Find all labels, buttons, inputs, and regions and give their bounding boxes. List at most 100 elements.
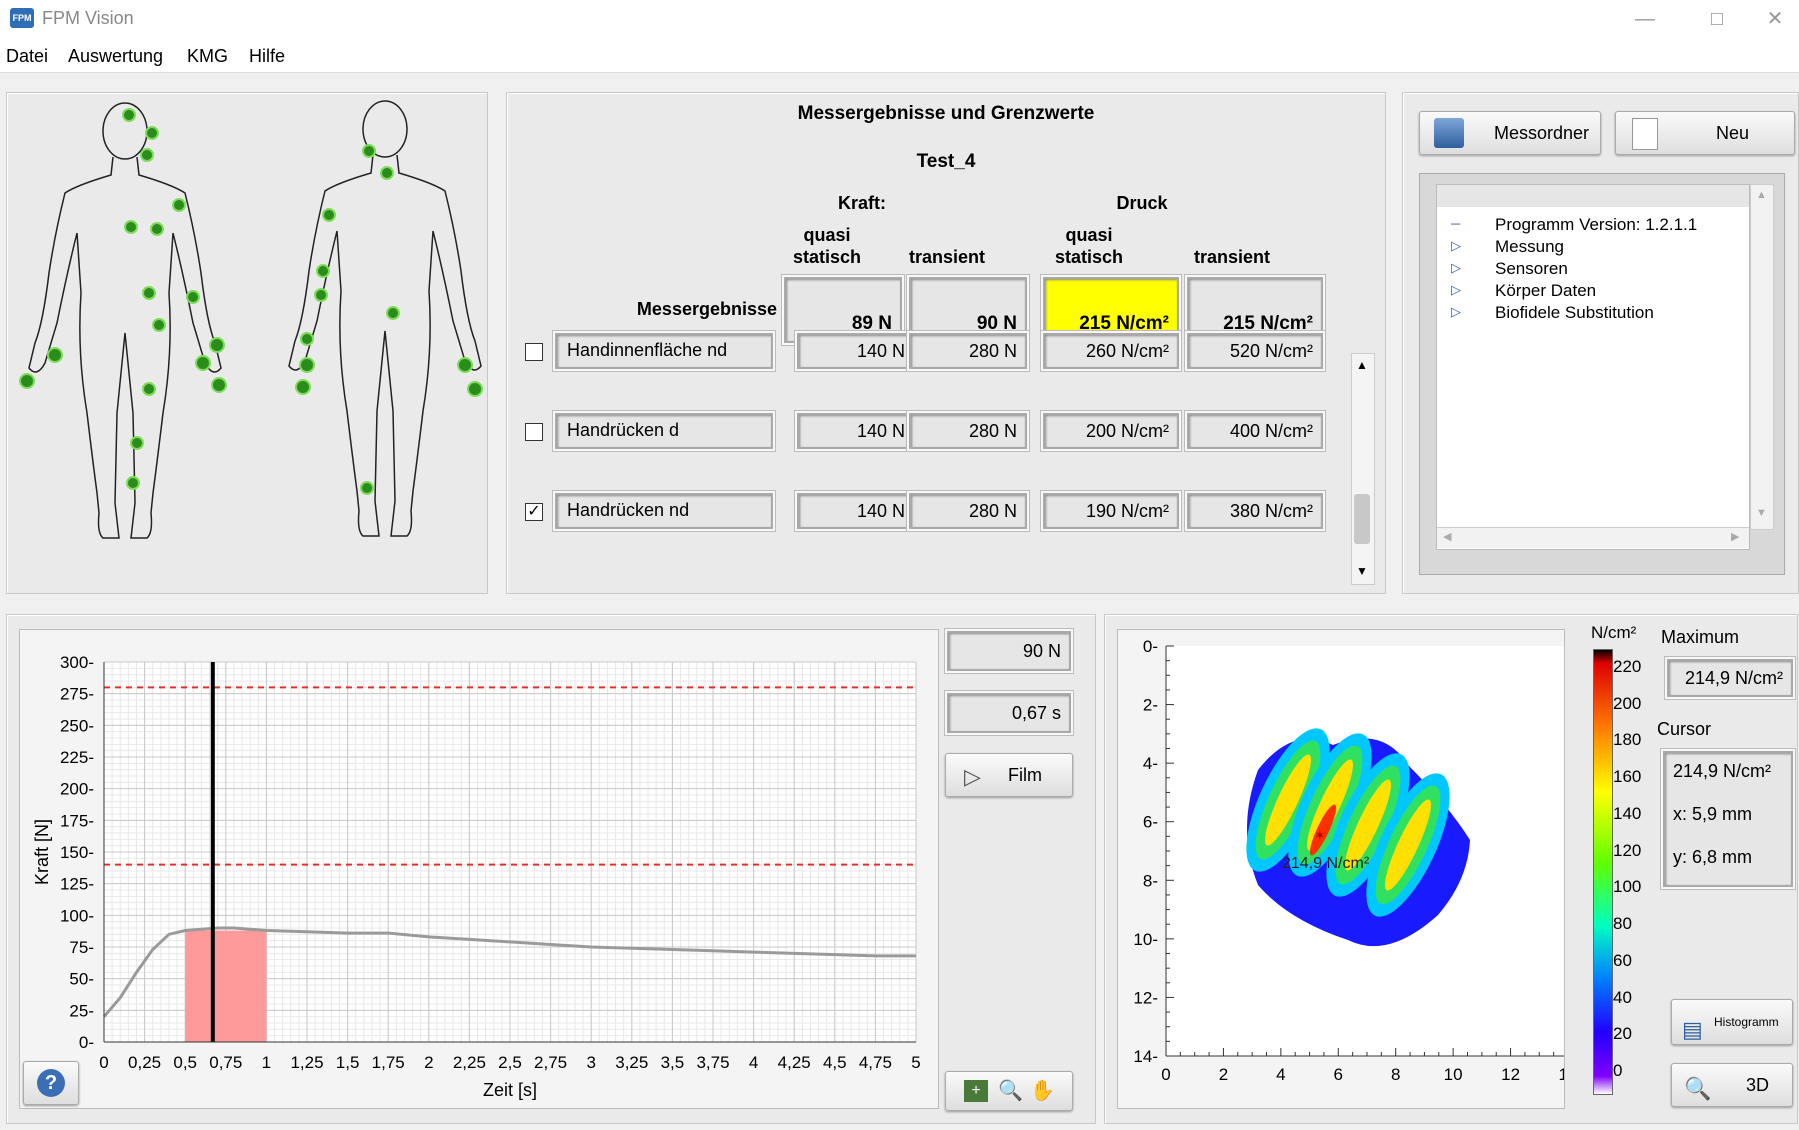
scroll-thumb[interactable]: [1354, 494, 1370, 544]
sensor-point[interactable]: [386, 306, 400, 320]
sensor-point[interactable]: [142, 382, 156, 396]
highlight-range: [185, 930, 267, 1042]
zoom-icon[interactable]: 🔍: [998, 1078, 1023, 1103]
tree-item[interactable]: Körper Daten: [1495, 281, 1596, 301]
test-name: Test_4: [916, 151, 976, 172]
scale-tick-label: 120: [1613, 840, 1642, 860]
sensor-point[interactable]: [380, 166, 394, 180]
neu-button[interactable]: Neu: [1615, 111, 1795, 155]
maximum-label: Maximum: [1661, 627, 1740, 647]
limit-checkbox[interactable]: [525, 343, 543, 361]
scroll-down-icon[interactable]: ▼: [1356, 564, 1368, 578]
color-scale-bar: [1593, 649, 1613, 1095]
x-axis-label: Zeit [s]: [483, 1080, 537, 1100]
pan-hand-icon[interactable]: ✋: [1030, 1078, 1055, 1103]
minimize-icon[interactable]: —: [1625, 4, 1665, 34]
body-map[interactable]: [7, 93, 487, 593]
scroll-right-icon[interactable]: ▶: [1731, 530, 1739, 543]
sensor-point[interactable]: [457, 357, 473, 373]
sensor-point[interactable]: [130, 436, 144, 450]
sensor-point[interactable]: [322, 208, 336, 222]
sensor-point[interactable]: [314, 288, 328, 302]
y-tick-label: 200-: [60, 780, 94, 799]
sensor-point[interactable]: [316, 264, 330, 278]
sensor-point[interactable]: [362, 144, 376, 158]
sensor-point[interactable]: [195, 355, 211, 371]
limits-scrollbar[interactable]: ▲ ▼: [1351, 353, 1375, 585]
x-tick-label: 3: [586, 1053, 595, 1072]
transient-label-druck: transient: [1193, 247, 1271, 267]
tree-expand-icon[interactable]: ▷: [1451, 260, 1461, 276]
cursor-value: 214,9 N/cm²: [1673, 761, 1772, 781]
scroll-down-icon[interactable]: ▼: [1756, 507, 1767, 519]
limit-checkbox[interactable]: ✓: [525, 503, 543, 521]
sensor-point[interactable]: [152, 318, 166, 332]
sensor-point[interactable]: [140, 148, 154, 162]
tree-vscrollbar[interactable]: ▲ ▼: [1750, 184, 1774, 530]
menu-datei[interactable]: Datei: [6, 46, 48, 67]
scale-unit: N/cm²: [1591, 623, 1637, 642]
film-button[interactable]: ▷ Film: [945, 753, 1073, 797]
sensor-point[interactable]: [122, 108, 136, 122]
limit-name[interactable]: Handrücken nd: [555, 493, 773, 529]
magnifier-icon: 🔍: [1684, 1076, 1712, 1101]
sensor-point[interactable]: [300, 332, 314, 346]
x-tick-label: 4: [749, 1053, 758, 1072]
histogram-button[interactable]: ▤ Histogramm: [1671, 999, 1793, 1045]
sensor-point[interactable]: [150, 222, 164, 236]
scroll-up-icon[interactable]: ▲: [1756, 189, 1767, 201]
tree-expand-icon[interactable]: ▷: [1451, 304, 1461, 320]
crosshair-icon[interactable]: +: [964, 1080, 988, 1102]
sensor-point[interactable]: [186, 290, 200, 304]
y-tick-label: 175-: [60, 811, 94, 830]
sensor-point[interactable]: [124, 220, 138, 234]
limit-name[interactable]: Handrücken d: [555, 413, 773, 449]
y-tick-label: 250-: [60, 716, 94, 735]
help-button[interactable]: ?: [23, 1061, 79, 1105]
limit-checkbox[interactable]: [525, 423, 543, 441]
messordner-button[interactable]: Messordner: [1419, 111, 1601, 155]
tree-hscrollbar[interactable]: ◀ ▶: [1437, 527, 1749, 548]
menu-hilfe[interactable]: Hilfe: [249, 46, 285, 67]
sensor-point[interactable]: [142, 286, 156, 300]
x-tick-label: 0,5: [173, 1053, 197, 1072]
sensor-point[interactable]: [126, 476, 140, 490]
sensor-point[interactable]: [295, 379, 311, 395]
sensor-point[interactable]: [209, 337, 225, 353]
pressure-heatmap[interactable]: ✶ 214,9 N/cm² 0 2 4 6 8 10 12 14 0- 2- 4- 6- 8- 10- 12- 1…: [1118, 630, 1577, 1108]
y-tick-label: 2-: [1143, 696, 1158, 715]
sensor-point[interactable]: [172, 198, 186, 212]
tree-expand-icon[interactable]: ▷: [1451, 238, 1461, 254]
maximize-icon[interactable]: □: [1697, 4, 1737, 34]
back-body-outline: [288, 154, 482, 537]
y-tick-label: 25-: [69, 1001, 94, 1020]
scroll-left-icon[interactable]: ◀: [1443, 530, 1451, 543]
limit-value: 200 N/cm²: [1043, 413, 1179, 449]
y-tick-label: 300-: [60, 653, 94, 672]
3d-button[interactable]: 🔍 3D: [1671, 1063, 1793, 1107]
menu-auswertung[interactable]: Auswertung: [68, 46, 163, 67]
sensor-point[interactable]: [19, 373, 35, 389]
quasi-label-kraft: quasi: [803, 225, 851, 245]
sensor-point[interactable]: [47, 347, 63, 363]
histogram-label: Histogramm: [1714, 1015, 1779, 1029]
sensor-point[interactable]: [211, 377, 227, 393]
tree-item[interactable]: Biofidele Substitution: [1495, 303, 1654, 323]
sensor-point[interactable]: [145, 126, 159, 140]
force-time-chart[interactable]: 0 0,25 0,5 0,75 1 1,25 1,5 1,75 2 2,25 2,5 2,75 3 3,2…: [20, 630, 938, 1108]
tree-item[interactable]: Messung: [1495, 237, 1564, 257]
new-document-icon: [1632, 118, 1658, 150]
sensor-point[interactable]: [360, 481, 374, 495]
sensor-point[interactable]: [299, 357, 315, 373]
close-icon[interactable]: ✕: [1755, 4, 1795, 34]
limit-name[interactable]: Handinnenfläche nd: [555, 333, 773, 369]
limit-value: 280 N: [909, 413, 1027, 449]
tree-view[interactable]: ─ Programm Version: 1.2.1.1 ▷ Messung ▷ Senso…: [1436, 184, 1750, 550]
scroll-up-icon[interactable]: ▲: [1356, 358, 1368, 372]
sensor-point[interactable]: [467, 381, 483, 397]
menu-kmg[interactable]: KMG: [187, 46, 228, 67]
tree-item[interactable]: Programm Version: 1.2.1.1: [1495, 215, 1697, 235]
results-row-label: Messergebnisse: [636, 299, 777, 319]
tree-item[interactable]: Sensoren: [1495, 259, 1568, 279]
tree-expand-icon[interactable]: ▷: [1451, 282, 1461, 298]
